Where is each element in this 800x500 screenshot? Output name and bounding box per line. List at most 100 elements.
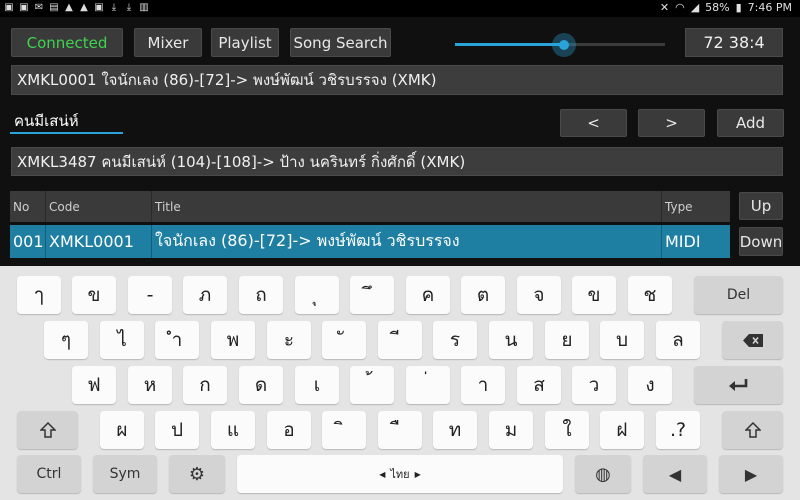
- key[interactable]: ำ: [155, 321, 199, 359]
- now-playing-bar: XMKL0001 ใจนักเลง (86)-[72]-> พงษ์พัฒน์ …: [11, 65, 783, 95]
- key[interactable]: ้: [350, 366, 394, 404]
- battery-percent: 58%: [705, 1, 730, 14]
- chevron-right-icon: ▶: [414, 469, 421, 479]
- image-icon: ▣: [4, 2, 14, 13]
- chevron-left-icon: ◀: [379, 469, 386, 479]
- key[interactable]: ข: [572, 276, 616, 314]
- key[interactable]: ๅ: [17, 276, 61, 314]
- enter-key[interactable]: [694, 366, 783, 404]
- warning-icon: ▲: [80, 2, 88, 13]
- key[interactable]: ส: [517, 366, 561, 404]
- key[interactable]: ด: [239, 366, 283, 404]
- add-button[interactable]: Add: [717, 109, 784, 137]
- row-title: ใจนักเลง (86)-[72]-> พงษ์พัฒน์ วชิรบรรจง: [152, 225, 662, 258]
- key[interactable]: -: [128, 276, 172, 314]
- key[interactable]: บ: [600, 321, 644, 359]
- mute-icon: ✕: [659, 1, 670, 14]
- connected-button[interactable]: Connected: [11, 28, 123, 57]
- status-bar: ▣ ▣ ✉ ▤ ▲ ▲ ▣ ⤓ ⤓ ▥ ✕ ◠ ◢ 58% ▮ 7:46 PM: [0, 0, 800, 17]
- key[interactable]: ย: [545, 321, 589, 359]
- key[interactable]: จ: [517, 276, 561, 314]
- cursor-right-key[interactable]: ▶: [719, 455, 783, 493]
- key[interactable]: เ: [295, 366, 339, 404]
- settings-key[interactable]: ⚙: [169, 455, 225, 493]
- move-down-button[interactable]: Down: [739, 227, 783, 256]
- key[interactable]: ห: [128, 366, 172, 404]
- move-up-button[interactable]: Up: [739, 192, 783, 220]
- tempo-time-display: 72 38:4: [685, 28, 783, 57]
- thai-keyboard: ๅ ข - ภ ถ ุ ึ ค ต จ ข ช Del ๆ ไ ำ พ ะ ั …: [0, 266, 800, 500]
- song-search-input[interactable]: [10, 110, 123, 134]
- key[interactable]: แ: [211, 411, 255, 449]
- key[interactable]: ถ: [239, 276, 283, 314]
- volume-slider-handle[interactable]: [552, 33, 576, 57]
- arrow-right-icon: ▶: [744, 464, 758, 484]
- key[interactable]: ภ: [183, 276, 227, 314]
- row-code: XMKL0001: [46, 225, 152, 258]
- space-key[interactable]: ◀ ไทย ▶: [237, 455, 563, 493]
- key[interactable]: ท: [433, 411, 477, 449]
- key[interactable]: .?: [656, 411, 700, 449]
- key[interactable]: ป: [155, 411, 199, 449]
- sym-key[interactable]: Sym: [93, 455, 157, 493]
- download-icon: ⤓: [126, 2, 132, 13]
- ctrl-key[interactable]: Ctrl: [17, 455, 81, 493]
- key[interactable]: ข: [72, 276, 116, 314]
- key[interactable]: ื: [378, 411, 422, 449]
- key[interactable]: า: [461, 366, 505, 404]
- key[interactable]: ผ: [100, 411, 144, 449]
- song-search-button[interactable]: Song Search: [290, 28, 391, 57]
- image-icon: ▣: [19, 2, 29, 13]
- key[interactable]: ไ: [100, 321, 144, 359]
- key[interactable]: ต: [461, 276, 505, 314]
- key[interactable]: น: [489, 321, 533, 359]
- key[interactable]: ง: [628, 366, 672, 404]
- key[interactable]: พ: [211, 321, 255, 359]
- key[interactable]: ฟ: [72, 366, 116, 404]
- playlist-table-header: No Code Title Type: [10, 191, 730, 222]
- notification-icons: ▣ ▣ ✉ ▤ ▲ ▲ ▣ ⤓ ⤓ ▥: [4, 2, 149, 13]
- key[interactable]: ใ: [545, 411, 589, 449]
- mixer-button[interactable]: Mixer: [134, 28, 202, 57]
- key[interactable]: อ: [267, 411, 311, 449]
- key[interactable]: ิ: [322, 411, 366, 449]
- key[interactable]: ม: [489, 411, 533, 449]
- key[interactable]: ล: [656, 321, 700, 359]
- language-label: ไทย: [390, 468, 410, 481]
- backspace-key[interactable]: [722, 321, 783, 359]
- key[interactable]: ะ: [267, 321, 311, 359]
- key[interactable]: ี: [378, 321, 422, 359]
- delete-key[interactable]: Del: [694, 276, 783, 314]
- previous-button[interactable]: <: [560, 109, 627, 137]
- key[interactable]: ฝ: [600, 411, 644, 449]
- key[interactable]: ่: [406, 366, 450, 404]
- key[interactable]: ก: [183, 366, 227, 404]
- warning-icon: ▲: [65, 2, 73, 13]
- column-type: Type: [665, 199, 693, 214]
- table-row[interactable]: 001 XMKL0001 ใจนักเลง (86)-[72]-> พงษ์พั…: [10, 225, 730, 258]
- download-icon: ⤓: [111, 2, 117, 13]
- battery-icon: ▮: [735, 1, 742, 14]
- key[interactable]: ช: [628, 276, 672, 314]
- row-type: MIDI: [665, 232, 701, 251]
- key[interactable]: ว: [572, 366, 616, 404]
- language-key[interactable]: ◍: [575, 455, 631, 493]
- next-button[interactable]: >: [638, 109, 705, 137]
- column-no: No: [10, 191, 46, 222]
- shift-key-right[interactable]: [722, 411, 783, 449]
- playlist-button[interactable]: Playlist: [211, 28, 279, 57]
- cursor-left-key[interactable]: ◀: [643, 455, 707, 493]
- key[interactable]: ๆ: [44, 321, 88, 359]
- key[interactable]: ค: [406, 276, 450, 314]
- shift-key-left[interactable]: [17, 411, 78, 449]
- image-icon: ▣: [94, 2, 104, 13]
- key[interactable]: ุ: [295, 276, 339, 314]
- key[interactable]: ร: [433, 321, 477, 359]
- volume-slider-fill: [455, 43, 564, 46]
- search-result-bar[interactable]: XMKL3487 คนมีเสน่ห์ (104)-[108]-> ป้าง น…: [11, 147, 783, 176]
- backspace-icon: [742, 333, 763, 347]
- key[interactable]: ั: [322, 321, 366, 359]
- arrow-left-icon: ◀: [668, 464, 682, 484]
- column-code: Code: [46, 191, 152, 222]
- key[interactable]: ึ: [350, 276, 394, 314]
